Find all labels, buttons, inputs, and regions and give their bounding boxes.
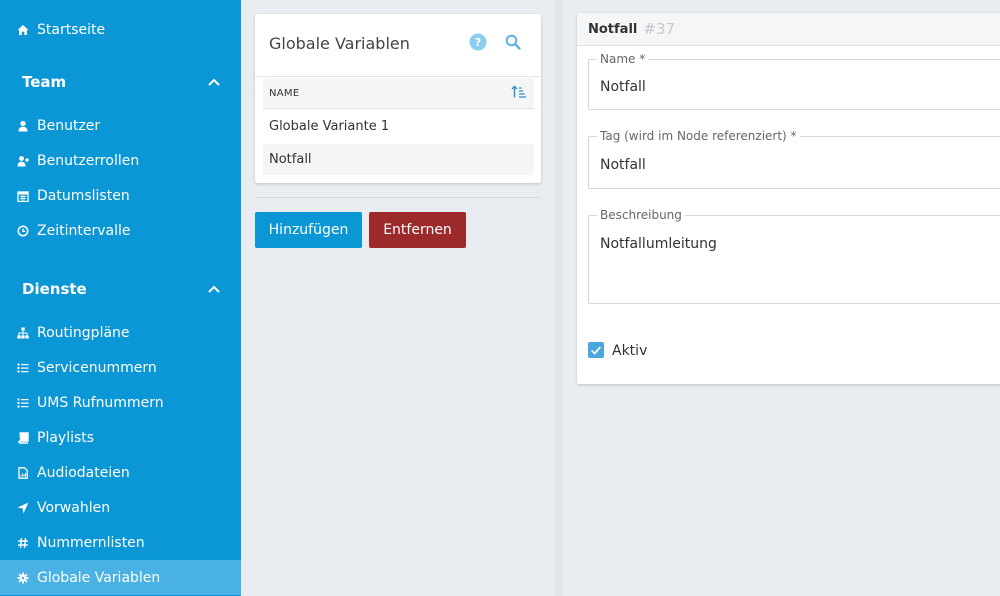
row-label: Notfall [269, 152, 312, 167]
section-team-header[interactable]: Team [0, 67, 241, 97]
table-header: NAME [263, 78, 534, 109]
sidebar-item-label: Vorwahlen [37, 499, 111, 516]
help-icon[interactable]: ? [469, 33, 487, 51]
record-id: #37 [643, 20, 676, 38]
sidebar-item-label: Startseite [37, 21, 106, 38]
calendar-icon [17, 190, 29, 202]
search-icon[interactable] [504, 33, 522, 51]
tag-value: Notfall [600, 157, 646, 173]
sidebar-item-vorwahlen[interactable]: Vorwahlen [0, 490, 241, 525]
sidebar-item-servicenummern[interactable]: Servicenummern [0, 350, 241, 385]
user-plus-icon [17, 155, 29, 167]
sidebar-item-audiodateien[interactable]: Audiodateien [0, 455, 241, 490]
sidebar-item-label: Playlists [37, 429, 95, 446]
list-column: Globale Variablen ? NAME Globale Variant… [241, 0, 555, 596]
sort-ascending-icon[interactable] [511, 84, 527, 103]
audio-file-icon [17, 466, 29, 479]
sidebar-item-nummernlisten[interactable]: Nummernlisten [0, 525, 241, 560]
section-title: Dienste [22, 280, 87, 298]
section-title: Team [22, 73, 67, 91]
name-label: Name * [597, 52, 649, 66]
chevron-up-icon[interactable] [207, 280, 221, 298]
variables-list-card: Globale Variablen ? NAME Globale Variant… [255, 14, 541, 183]
svg-text:?: ? [475, 36, 481, 49]
name-field[interactable]: Name * Notfall [588, 52, 1000, 110]
sidebar-item-routingplaene[interactable]: Routingpläne [0, 315, 241, 350]
location-arrow-icon [17, 502, 29, 514]
column-header-name[interactable]: NAME [269, 88, 299, 99]
active-label: Aktiv [612, 343, 648, 359]
gear-icon [17, 572, 29, 584]
hashtag-icon [17, 537, 29, 549]
book-icon [17, 431, 29, 444]
list-row-selected[interactable]: Notfall [263, 144, 534, 175]
detail-title: Notfall [588, 21, 638, 37]
user-icon [17, 120, 29, 132]
detail-card: Notfall #37 Name * Notfall Tag (wird im … [577, 13, 1000, 384]
divider [255, 197, 541, 198]
tag-label: Tag (wird im Node referenziert) * [597, 129, 800, 143]
chevron-up-icon[interactable] [207, 73, 221, 91]
sidebar-item-label: UMS Rufnummern [37, 394, 164, 411]
sidebar-item-ums-rufnummern[interactable]: UMS Rufnummern [0, 385, 241, 420]
sidebar-item-zeitintervalle[interactable]: Zeitintervalle [0, 213, 241, 248]
sidebar-item-label: Benutzer [37, 117, 101, 134]
panel-divider [555, 0, 563, 596]
list-icon [17, 397, 29, 409]
sidebar-item-label: Routingpläne [37, 324, 130, 341]
sidebar-item-label: Zeitintervalle [37, 222, 131, 239]
description-label: Beschreibung [597, 208, 685, 222]
row-label: Globale Variante 1 [269, 119, 390, 134]
detail-header: Notfall #37 [577, 13, 1000, 46]
sidebar-item-label: Servicenummern [37, 359, 157, 376]
sidebar-item-label: Nummernlisten [37, 534, 145, 551]
name-value: Notfall [600, 79, 646, 95]
checkmark-icon [591, 346, 602, 355]
sitemap-icon [17, 327, 29, 339]
remove-button[interactable]: Entfernen [369, 212, 466, 248]
sidebar: Startseite Team Benutzer Benutzerrollen … [0, 0, 241, 596]
list-title: Globale Variablen [269, 34, 410, 53]
sidebar-item-label: Datumslisten [37, 187, 130, 204]
sidebar-item-label: Globale Variablen [37, 569, 161, 586]
sidebar-item-label: Benutzerrollen [37, 152, 140, 169]
list-row[interactable]: Globale Variante 1 [263, 111, 534, 142]
sidebar-item-playlists[interactable]: Playlists [0, 420, 241, 455]
description-value: Notfallumleitung [600, 236, 717, 252]
sidebar-item-datumslisten[interactable]: Datumslisten [0, 178, 241, 213]
tag-field[interactable]: Tag (wird im Node referenziert) * Notfal… [588, 129, 1000, 189]
sidebar-item-startseite[interactable]: Startseite [0, 12, 241, 47]
list-icon [17, 362, 29, 374]
sidebar-item-benutzer[interactable]: Benutzer [0, 108, 241, 143]
active-checkbox[interactable] [588, 342, 604, 358]
sidebar-item-label: Audiodateien [37, 464, 130, 481]
sidebar-item-benutzerrollen[interactable]: Benutzerrollen [0, 143, 241, 178]
description-field[interactable]: Beschreibung Notfallumleitung [588, 208, 1000, 304]
divider [255, 76, 541, 77]
section-dienste-header[interactable]: Dienste [0, 274, 241, 304]
home-icon [17, 24, 29, 36]
clock-icon [17, 225, 29, 237]
sidebar-item-globale-variablen[interactable]: Globale Variablen [0, 560, 241, 595]
add-button[interactable]: Hinzufügen [255, 212, 362, 248]
